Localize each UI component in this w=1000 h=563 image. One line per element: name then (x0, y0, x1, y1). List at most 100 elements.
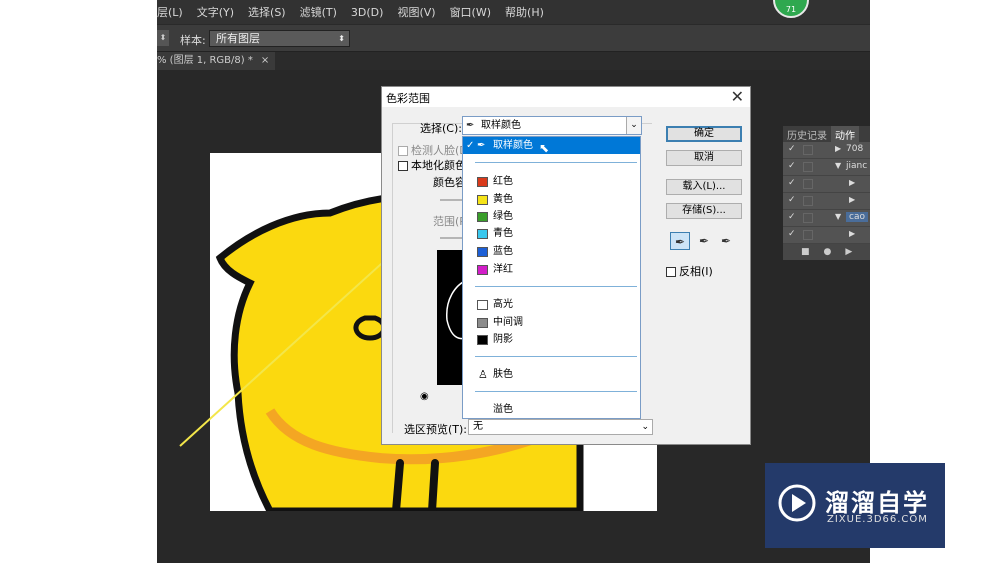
history-panel: 历史记录 动作 ✓ ▶ 708 ✓ ▼ jianc ✓ ▶ ✓ ▶ ✓ ▼ ca… (783, 126, 870, 260)
menu-view[interactable]: 视图(V) (397, 4, 435, 20)
check-icon[interactable]: ✓ (788, 144, 796, 154)
menu-help[interactable]: 帮助(H) (505, 4, 544, 20)
dropdown-item-label: 绿色 (493, 211, 513, 222)
dropdown-item-shadows[interactable]: 阴影 (463, 331, 640, 348)
dropdown-item-yellows[interactable]: 黄色 (463, 191, 640, 208)
ok-button[interactable]: 确定 (666, 126, 742, 142)
eyedropper-minus-icon[interactable]: ✒ (716, 232, 736, 250)
dialog-toggle-box[interactable] (803, 162, 813, 172)
preview-combobox[interactable]: 无 ⌄ (468, 419, 653, 435)
action-row[interactable]: ✓ ▶ (783, 227, 870, 244)
action-row[interactable]: ✓ ▶ (783, 176, 870, 193)
menu-layer[interactable]: 层(L) (157, 4, 183, 20)
eyedropper-plus-icon[interactable]: ✒ (694, 232, 714, 250)
dropdown-item-reds[interactable]: 红色 (463, 173, 640, 190)
collapse-icon[interactable]: ▼ (835, 212, 841, 221)
preview-combobox-value: 无 (473, 421, 483, 432)
dropdown-item-cyans[interactable]: 青色 (463, 225, 640, 242)
dropdown-item-greens[interactable]: 绿色 (463, 208, 640, 225)
tab-history[interactable]: 历史记录 (783, 126, 831, 142)
dialog-toggle-box[interactable] (803, 179, 813, 189)
document-tab[interactable]: % (图层 1, RGB/8) * × (157, 52, 276, 70)
dropdown-item-sampled-colors[interactable]: ✓ ✒ 取样颜色 (463, 137, 640, 154)
checkmark-icon: ✓ (466, 140, 475, 151)
color-swatch (477, 335, 488, 345)
check-icon[interactable]: ✓ (788, 229, 796, 239)
dropdown-item-highlights[interactable]: 高光 (463, 296, 640, 313)
dropdown-item-blues[interactable]: 蓝色 (463, 243, 640, 260)
select-dropdown-list: ✓ ✒ 取样颜色 ⬉ 红色 黄色 绿色 青色 蓝色 洋红 高光 中间调 阴影 ♙… (462, 136, 641, 419)
check-icon[interactable]: ✓ (788, 161, 796, 171)
menu-3d[interactable]: 3D(D) (351, 6, 384, 19)
localized-color-checkbox[interactable]: 本地化颜色 (398, 157, 466, 173)
dropdown-item-label: 蓝色 (493, 246, 513, 257)
dropdown-item-label: 高光 (493, 299, 513, 310)
dropdown-item-magentas[interactable]: 洋红 (463, 261, 640, 278)
color-swatch (477, 212, 488, 222)
watermark-title: 溜溜自学 (825, 489, 929, 517)
watermark-logo: 溜溜自学 ZIXUE.3D66.COM (765, 463, 945, 548)
chevron-down-icon[interactable]: ⌄ (641, 420, 649, 434)
save-button[interactable]: 存储(S)... (666, 203, 742, 219)
range-slider[interactable] (440, 237, 462, 239)
eyedropper-icon[interactable]: ✒ (670, 232, 690, 250)
checkbox-box[interactable] (398, 146, 408, 156)
check-icon[interactable]: ✓ (788, 212, 796, 222)
expand-icon[interactable]: ▶ (835, 144, 841, 153)
invert-checkbox[interactable]: 反相(I) (666, 263, 713, 279)
dropdown-item-label: 溢色 (493, 404, 513, 415)
load-button[interactable]: 载入(L)... (666, 179, 742, 195)
dropdown-item-out-of-gamut[interactable]: 溢色 (463, 401, 640, 418)
sample-select[interactable]: 所有图层 ⬍ (209, 30, 350, 47)
color-swatch (477, 195, 488, 205)
fuzziness-slider[interactable] (440, 199, 462, 201)
tab-close-icon[interactable]: × (261, 52, 269, 70)
dialog-toggle-box[interactable] (803, 230, 813, 240)
eyedropper-icon: ✒ (466, 120, 475, 131)
menu-bar: 层(L) 文字(Y) 选择(S) 滤镜(T) 3D(D) 视图(V) 窗口(W)… (157, 0, 870, 24)
detect-faces-checkbox[interactable]: 检测人脸(D (398, 142, 468, 158)
action-row-selected[interactable]: ✓ ▼ cao (783, 210, 870, 227)
stop-icon[interactable]: ■ (801, 247, 810, 257)
dropdown-item-midtones[interactable]: 中间调 (463, 314, 640, 331)
cancel-button[interactable]: 取消 (666, 150, 742, 166)
action-label: cao (846, 212, 868, 222)
action-row[interactable]: ✓ ▼ jianc (783, 159, 870, 176)
close-icon[interactable]: ✕ (731, 87, 744, 106)
record-icon[interactable]: ● (824, 247, 832, 257)
dropdown-item-label: 肤色 (493, 369, 513, 380)
play-icon[interactable]: ▶ (845, 247, 852, 257)
select-combobox[interactable]: ✒ 取样颜色 ⌄ (462, 116, 642, 135)
dialog-toggle-box[interactable] (803, 196, 813, 206)
tab-actions[interactable]: 动作 (831, 126, 859, 142)
menu-window[interactable]: 窗口(W) (450, 4, 491, 20)
color-swatch (477, 247, 488, 257)
menu-type[interactable]: 文字(Y) (197, 4, 234, 20)
check-icon[interactable]: ✓ (788, 178, 796, 188)
color-swatch (477, 265, 488, 275)
dropdown-item-label: 青色 (493, 228, 513, 239)
action-row[interactable]: ✓ ▶ 708 (783, 142, 870, 159)
dialog-toggle-box[interactable] (803, 213, 813, 223)
menu-select[interactable]: 选择(S) (248, 4, 286, 20)
checkbox-box[interactable] (666, 267, 676, 277)
check-icon[interactable]: ✓ (788, 195, 796, 205)
selection-radio[interactable]: ◉ (420, 391, 429, 402)
eyedropper-icon: ✒ (477, 140, 486, 151)
dropdown-item-label: 中间调 (493, 317, 523, 328)
color-swatch (477, 318, 488, 328)
document-tab-title: % (图层 1, RGB/8) * (157, 55, 253, 66)
select-combobox-value: 取样颜色 (481, 120, 521, 131)
options-spinner[interactable]: ⬍ (157, 30, 169, 46)
dialog-toggle-box[interactable] (803, 145, 813, 155)
menu-filter[interactable]: 滤镜(T) (300, 4, 337, 20)
expand-icon[interactable]: ▶ (849, 229, 855, 238)
cursor-icon: ⬉ (539, 141, 550, 155)
action-row[interactable]: ✓ ▶ (783, 193, 870, 210)
checkbox-box[interactable] (398, 161, 408, 171)
expand-icon[interactable]: ▶ (849, 195, 855, 204)
chevron-down-icon[interactable]: ⌄ (626, 117, 641, 134)
collapse-icon[interactable]: ▼ (835, 161, 841, 170)
expand-icon[interactable]: ▶ (849, 178, 855, 187)
dropdown-item-skin-tones[interactable]: ♙ 肤色 (463, 366, 640, 383)
